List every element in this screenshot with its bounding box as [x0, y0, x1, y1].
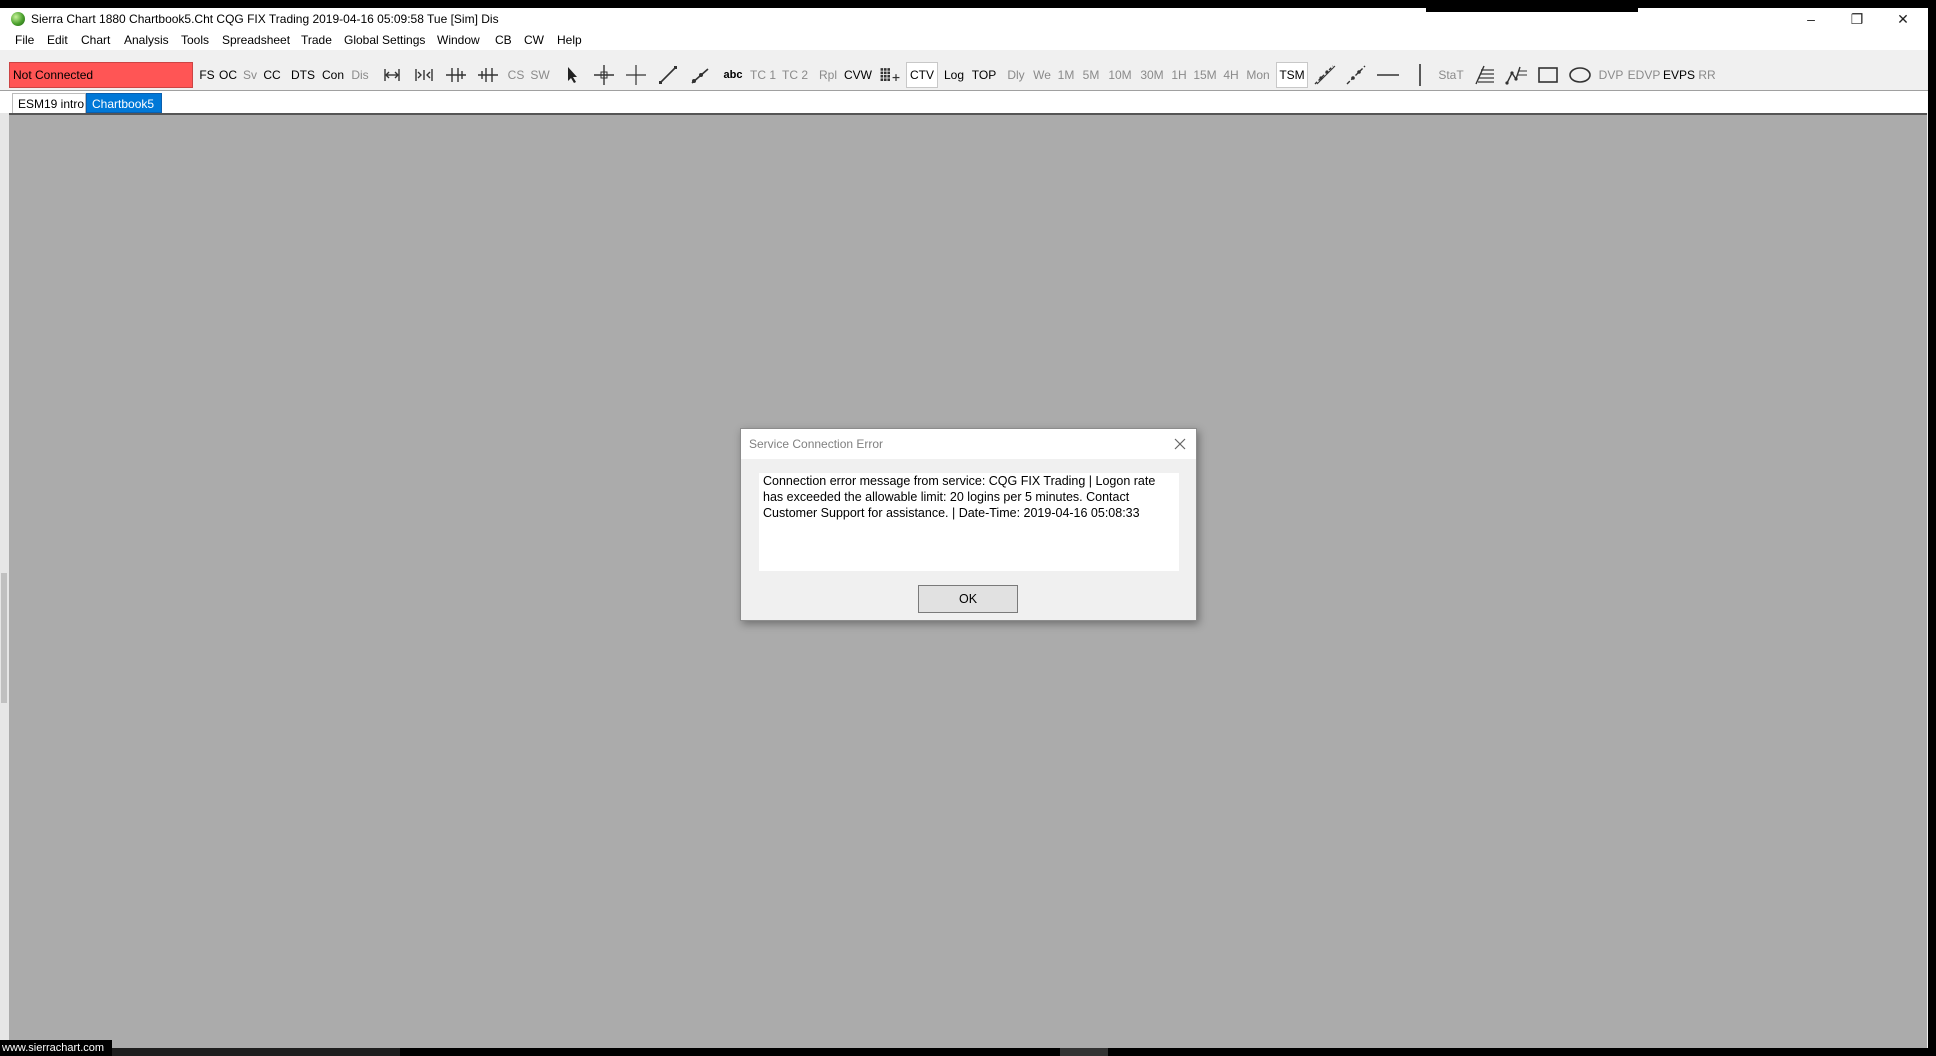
- stat-button[interactable]: StaT: [1436, 62, 1466, 88]
- restore-button[interactable]: ❐: [1834, 8, 1880, 30]
- fib-extension-icon[interactable]: [1504, 62, 1528, 88]
- rr-button[interactable]: RR: [1697, 62, 1717, 88]
- 10m-button[interactable]: 10M: [1105, 62, 1135, 88]
- taskbar-item[interactable]: [1060, 1048, 1108, 1056]
- menu-help[interactable]: Help: [557, 33, 582, 47]
- scroll-left-icon[interactable]: [444, 62, 468, 88]
- 1h-button[interactable]: 1H: [1169, 62, 1189, 88]
- dialog-title-bar: Service Connection Error: [741, 429, 1196, 459]
- tc1-button[interactable]: TC 1: [748, 62, 778, 88]
- sv-button[interactable]: Sv: [241, 62, 259, 88]
- left-scrollbar[interactable]: [0, 113, 9, 1048]
- tsm-button[interactable]: TSM: [1276, 62, 1308, 88]
- rpl-button[interactable]: Rpl: [816, 62, 840, 88]
- weekly-button[interactable]: We: [1031, 62, 1053, 88]
- menu-window[interactable]: Window: [437, 33, 480, 47]
- rectangle-tool-icon[interactable]: [1536, 62, 1560, 88]
- log-button[interactable]: Log: [941, 62, 967, 88]
- evps-button[interactable]: EVPS: [1663, 62, 1695, 88]
- menu-global-settings[interactable]: Global Settings: [344, 33, 425, 47]
- dts-button[interactable]: DTS: [289, 62, 317, 88]
- connection-status[interactable]: Not Connected: [9, 62, 193, 88]
- sierra-chart-globe-icon: [11, 12, 25, 26]
- sw-button[interactable]: SW: [528, 62, 552, 88]
- vertical-line-icon[interactable]: [1408, 62, 1432, 88]
- cc-button[interactable]: CC: [261, 62, 283, 88]
- 5m-button[interactable]: 5M: [1079, 62, 1103, 88]
- chartbook-tabs: ESM19 intro Chartbook5: [0, 91, 1928, 113]
- trade-dom-icon[interactable]: [878, 62, 906, 88]
- dashed-line-tool-icon[interactable]: [1312, 62, 1336, 88]
- menu-cw[interactable]: CW: [524, 33, 544, 47]
- menu-spreadsheet[interactable]: Spreadsheet: [222, 33, 290, 47]
- service-connection-error-dialog: Service Connection Error Connection erro…: [740, 428, 1197, 621]
- status-url: www.sierrachart.com: [0, 1040, 112, 1056]
- title-bar: Sierra Chart 1880 Chartbook5.Cht CQG FIX…: [0, 8, 1928, 30]
- dialog-message: Connection error message from service: C…: [759, 473, 1179, 571]
- menu-trade[interactable]: Trade: [301, 33, 332, 47]
- close-button[interactable]: ✕: [1880, 8, 1926, 30]
- menu-tools[interactable]: Tools: [181, 33, 209, 47]
- oc-button[interactable]: OC: [217, 62, 239, 88]
- minimize-button[interactable]: –: [1788, 8, 1834, 30]
- ctv-button[interactable]: CTV: [906, 62, 938, 88]
- extended-line-tool-icon[interactable]: [1344, 62, 1368, 88]
- scroll-right-icon[interactable]: [476, 62, 500, 88]
- fs-button[interactable]: FS: [199, 62, 215, 88]
- ellipse-tool-icon[interactable]: [1568, 62, 1592, 88]
- 15m-button[interactable]: 15M: [1191, 62, 1219, 88]
- scrollbar-thumb[interactable]: [1, 573, 7, 703]
- title-bar-overlay: [1426, 8, 1638, 12]
- tab-esm19-intro[interactable]: ESM19 intro: [12, 93, 86, 113]
- dialog-close-icon[interactable]: [1170, 434, 1190, 454]
- monthly-button[interactable]: Mon: [1243, 62, 1273, 88]
- app-window: Sierra Chart 1880 Chartbook5.Cht CQG FIX…: [0, 8, 1928, 1048]
- dvp-button[interactable]: DVP: [1597, 62, 1625, 88]
- edvp-button[interactable]: EDVP: [1627, 62, 1661, 88]
- top-button[interactable]: TOP: [969, 62, 999, 88]
- menu-chart[interactable]: Chart: [81, 33, 110, 47]
- cross-cursor-icon[interactable]: [624, 62, 648, 88]
- zoom-in-bars-icon[interactable]: [412, 62, 436, 88]
- cs-button[interactable]: CS: [506, 62, 526, 88]
- crosshair-icon[interactable]: [592, 62, 616, 88]
- text-tool-button[interactable]: abc: [720, 62, 746, 88]
- toolbar: Not Connected FS OC Sv CC DTS Con Dis CS…: [0, 50, 1928, 91]
- fib-retracement-icon[interactable]: [1472, 62, 1496, 88]
- line-tool-icon[interactable]: [656, 62, 680, 88]
- taskbar-strip: [112, 1048, 400, 1056]
- menu-file[interactable]: File: [15, 33, 34, 47]
- window-title: Sierra Chart 1880 Chartbook5.Cht CQG FIX…: [31, 12, 499, 26]
- 4h-button[interactable]: 4H: [1221, 62, 1241, 88]
- zoom-bars-icon[interactable]: [380, 62, 404, 88]
- daily-button[interactable]: Dly: [1003, 62, 1029, 88]
- ok-button[interactable]: OK: [918, 585, 1018, 613]
- dis-button[interactable]: Dis: [349, 62, 371, 88]
- pointer-icon[interactable]: [560, 62, 584, 88]
- dialog-title: Service Connection Error: [749, 437, 884, 451]
- tab-chartbook5[interactable]: Chartbook5: [86, 93, 162, 113]
- con-button[interactable]: Con: [319, 62, 347, 88]
- menu-cb[interactable]: CB: [495, 33, 512, 47]
- tc2-button[interactable]: TC 2: [780, 62, 810, 88]
- cvw-button[interactable]: CVW: [842, 62, 874, 88]
- 1m-button[interactable]: 1M: [1055, 62, 1077, 88]
- menu-edit[interactable]: Edit: [47, 33, 68, 47]
- 30m-button[interactable]: 30M: [1137, 62, 1167, 88]
- menu-analysis[interactable]: Analysis: [124, 33, 169, 47]
- horizontal-line-icon[interactable]: [1376, 62, 1400, 88]
- ray-tool-icon[interactable]: [688, 62, 712, 88]
- menu-bar: File Edit Chart Analysis Tools Spreadshe…: [0, 30, 1928, 50]
